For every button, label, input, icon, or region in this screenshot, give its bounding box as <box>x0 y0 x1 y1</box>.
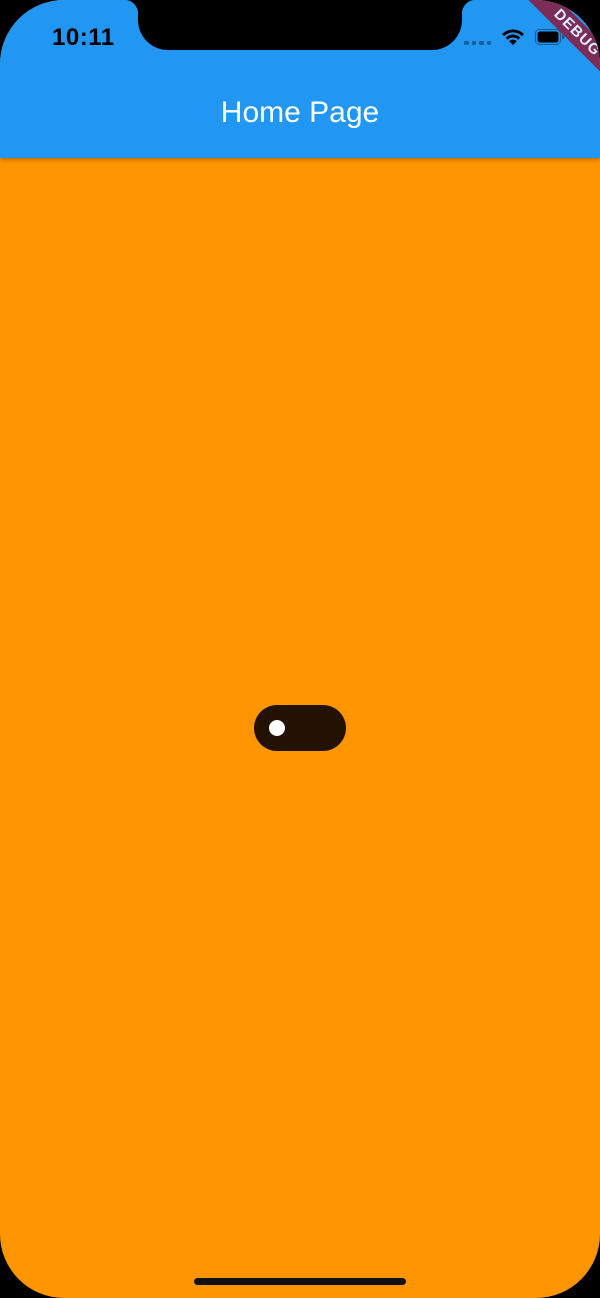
toggle-knob <box>269 720 285 736</box>
toggle-switch[interactable] <box>254 705 346 751</box>
cellular-signal-icon <box>464 41 492 45</box>
status-time: 10:11 <box>52 24 115 51</box>
page-title: Home Page <box>220 96 380 129</box>
wifi-icon <box>502 29 524 45</box>
home-indicator[interactable] <box>194 1278 406 1285</box>
phone-screen: Home Page 10:11 DEBUG <box>0 0 600 1298</box>
device-notch <box>124 0 476 50</box>
